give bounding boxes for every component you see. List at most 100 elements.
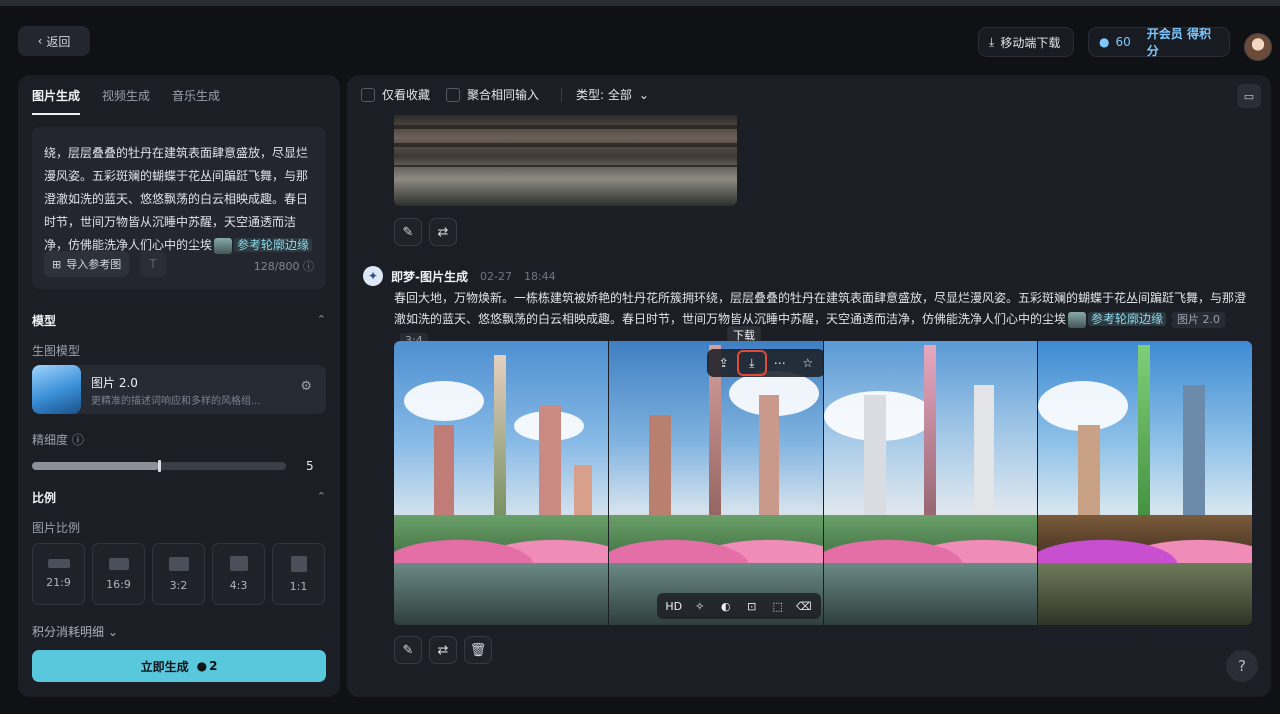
mobile-download-button[interactable]: ⤓ 移动端下载 [978,27,1074,57]
checkbox[interactable] [361,87,375,102]
image-content [863,395,886,525]
model-tag: 图片 2.0 [1172,312,1226,328]
merge-same-input-label: 聚合相同输入 [467,88,540,102]
delete-button[interactable]: 🗑 [464,636,492,664]
char-count: 128/800 ⓘ [254,258,314,274]
crop-icon[interactable]: ⬚ [767,600,789,613]
image-content [539,405,561,525]
expand-icon[interactable]: ⊡ [741,600,763,613]
inpaint-icon[interactable]: ◐ [715,600,737,613]
model-sub-label: 生图模型 [32,344,81,358]
chevron-up-icon[interactable]: ⌃ [317,313,326,326]
back-button[interactable]: ‹ 返回 [18,26,90,56]
more-button[interactable]: ⋯ [767,352,793,374]
ratio-label: 4:3 [229,579,248,592]
image-detail [394,165,737,167]
result-image-1[interactable] [394,341,608,625]
help-button[interactable]: ? [1226,650,1258,682]
magic-wand-icon[interactable]: ✧ [689,600,711,613]
result-image-4[interactable] [1038,341,1252,625]
prompt-scroll-fade [32,127,326,141]
prompt-body: 万物焕新。一栋栋建筑被娇艳的牡丹花所簇拥环绕，层层叠叠的牡丹在建筑表面肆意盛放，… [44,127,309,252]
checkbox[interactable] [446,87,461,102]
mobile-download-label: 移动端下载 [1000,35,1061,50]
generate-button[interactable]: 立即生成 ● 2 [32,650,326,682]
active-tab-indicator [32,113,80,115]
prompt-input[interactable]: 万物焕新。一栋栋建筑被娇艳的牡丹花所簇拥环绕，层层叠叠的牡丹在建筑表面肆意盛放，… [32,127,326,289]
folder-button[interactable]: ▭ [1237,84,1261,108]
result-image-3[interactable] [823,341,1038,625]
ratio-label: 21:9 [46,576,71,589]
ratio-option-4-3[interactable]: 4:3 [212,543,265,605]
reference-tag[interactable]: 参考轮廓边缘 [1088,312,1167,326]
share-button[interactable]: ⇪ [711,352,737,374]
chevron-up-icon[interactable]: ⌃ [317,490,326,503]
mode-tabs: 图片生成 视频生成 音乐生成 [32,87,220,109]
pencil-icon: ✎ [402,224,414,240]
cost-detail-toggle[interactable]: 积分消耗明细 ⌄ [32,623,118,640]
back-label: 返回 [46,34,71,49]
previous-result-image[interactable] [394,115,737,206]
credits-pill[interactable]: ● 60 开会员 得积分 [1088,25,1230,59]
tab-music-generation[interactable]: 音乐生成 [172,87,220,109]
image-content [494,355,506,535]
type-filter-label: 类型: 全部 [576,88,632,102]
image-content [923,345,936,535]
fineness-slider[interactable] [32,460,286,472]
generate-label: 立即生成 [140,659,189,674]
model-description: 更精准的描述词响应和多样的风格组... [91,396,261,407]
image-content [648,415,671,525]
cost-detail-label: 积分消耗明细 [32,625,105,639]
reference-tag[interactable]: 参考轮廓边缘 [234,238,313,252]
model-thumbnail [32,365,81,414]
ratio-option-21-9[interactable]: 21:9 [32,543,85,605]
fineness-value: 5 [306,459,314,473]
ratio-option-1-1[interactable]: 1:1 [272,543,325,605]
eraser-icon[interactable]: ⌫ [793,600,815,613]
image-content [1138,345,1151,535]
trash-icon: 🗑 [469,642,487,658]
results-panel: 仅看收藏 聚合相同输入 类型: 全部 ⌄ ▭ ✎ ⇄ ✦ 即梦-图片生成 02-… [347,75,1271,697]
credit-count: 60 [1115,35,1131,49]
ratio-label: 1:1 [289,579,308,593]
upload-icon: ⇪ [718,356,729,370]
hd-button[interactable]: HD [663,600,685,613]
edit-button[interactable]: ✎ [394,636,422,664]
slider-handle[interactable] [158,460,161,472]
reference-thumbnail [1068,311,1087,328]
download-button[interactable]: ⤓ [736,350,767,376]
favorites-only-filter[interactable]: 仅看收藏 [361,86,430,103]
char-count-value: 128/800 [253,260,300,273]
info-icon[interactable]: ⓘ [303,260,314,273]
info-icon[interactable]: ⓘ [72,433,84,447]
ratio-option-16-9[interactable]: 16:9 [92,543,145,605]
type-filter-dropdown[interactable]: 类型: 全部 ⌄ [576,86,649,103]
import-reference-button[interactable]: ⊞ 导入参考图 [44,251,130,277]
result-image-2[interactable]: ⇪ ⤓ ⋯ ☆ HD ✧ ◐ ⊡ ⬚ ⌫ [608,341,823,625]
text-style-button[interactable]: T [140,251,166,277]
regenerate-button[interactable]: ⇄ [429,218,457,246]
chevron-left-icon: ‹ [37,34,43,48]
fineness-label: 精细度 ⓘ [32,431,84,448]
image-content [1038,515,1252,565]
user-avatar[interactable] [1244,33,1272,61]
image-content [394,563,608,625]
vip-link[interactable]: 开会员 得积分 [1147,25,1219,59]
sliders-icon[interactable]: ⚙ [300,379,312,394]
credit-coin-icon: ● [1099,35,1110,49]
image-detail [394,143,737,147]
tab-image-generation[interactable]: 图片生成 [32,87,80,109]
result-images: ⇪ ⤓ ⋯ ☆ HD ✧ ◐ ⊡ ⬚ ⌫ [394,341,1252,625]
merge-same-input-filter[interactable]: 聚合相同输入 [446,86,539,103]
image-content [1038,563,1252,625]
pencil-icon: ✎ [402,642,414,658]
tab-video-generation[interactable]: 视频生成 [102,87,150,109]
question-icon: ? [1238,657,1246,675]
edit-button[interactable]: ✎ [394,218,422,246]
chevron-down-icon: ⌄ [107,625,118,639]
model-selector[interactable]: 图片 2.0 更精准的描述词响应和多样的风格组... ⚙ [32,365,326,414]
model-name: 图片 2.0 [91,376,138,390]
favorite-button[interactable]: ☆ [795,352,821,374]
ratio-option-3-2[interactable]: 3:2 [152,543,205,605]
regenerate-button[interactable]: ⇄ [429,636,457,664]
